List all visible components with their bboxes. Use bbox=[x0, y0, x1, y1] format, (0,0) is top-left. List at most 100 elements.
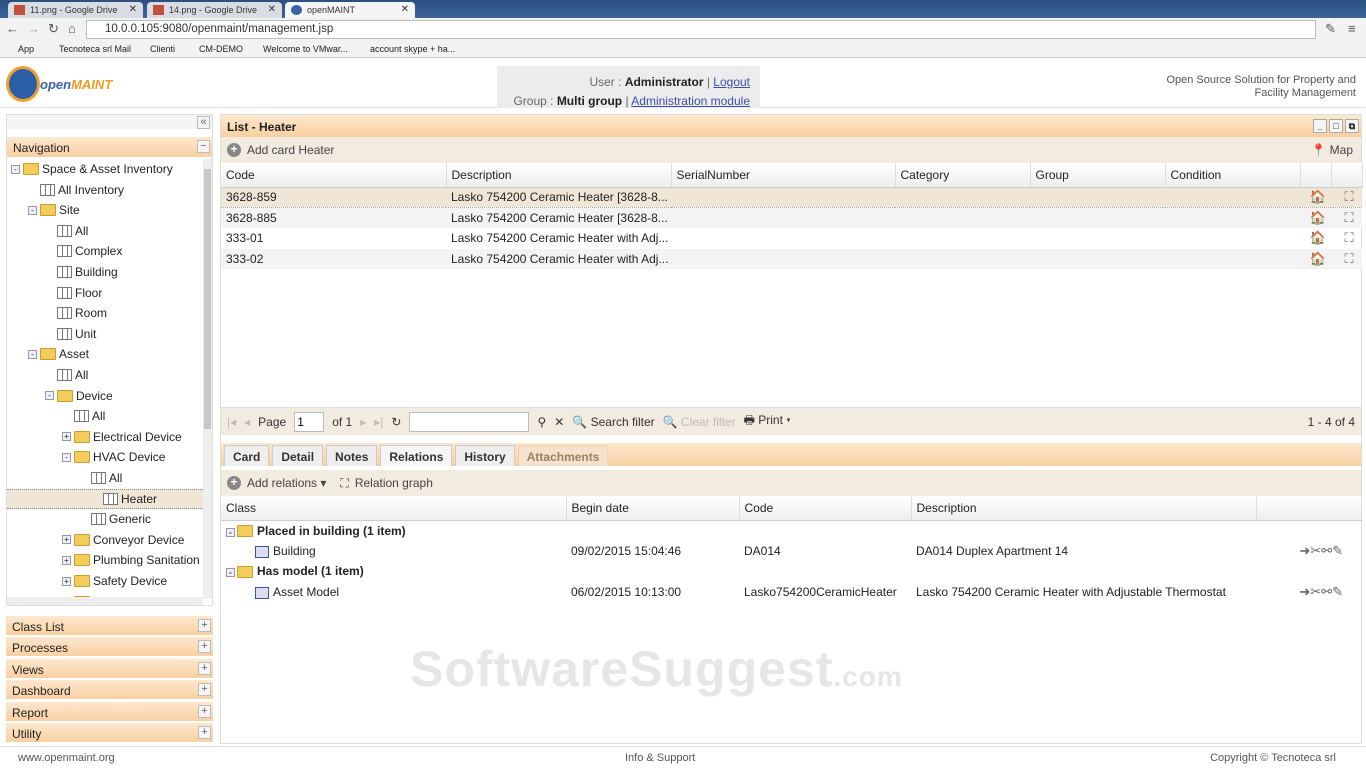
home-icon[interactable]: 🏠 bbox=[1300, 228, 1331, 249]
collapse-icon[interactable]: - bbox=[11, 164, 20, 174]
delete-icon[interactable]: ⚯ bbox=[1321, 543, 1332, 558]
scrollbar[interactable] bbox=[203, 159, 212, 599]
print-button[interactable]: 🖶 Print ▾ bbox=[744, 411, 791, 432]
tree-item[interactable]: All bbox=[45, 221, 88, 241]
bookmark[interactable]: Welcome to VMwar... bbox=[263, 44, 348, 54]
bookmark[interactable]: App bbox=[18, 44, 34, 54]
column-header[interactable]: Category bbox=[895, 163, 1031, 188]
minimize-icon[interactable]: _ bbox=[1313, 119, 1327, 133]
nav-section[interactable]: Utility + bbox=[6, 723, 213, 743]
expand-icon[interactable]: + bbox=[62, 535, 71, 545]
close-icon[interactable]: ✕ bbox=[401, 4, 409, 15]
tab-detail[interactable]: Detail bbox=[272, 445, 324, 466]
edit-card-icon[interactable]: ✎ bbox=[1332, 584, 1343, 599]
next-page-icon[interactable]: ▸ bbox=[360, 415, 366, 429]
bookmark[interactable]: Tecnoteca srl Mail bbox=[59, 44, 131, 54]
expand-icon[interactable]: + bbox=[198, 661, 211, 675]
search-icon[interactable]: ⚲ bbox=[537, 415, 546, 429]
add-card-button[interactable]: Add card Heater bbox=[247, 143, 334, 157]
back-icon[interactable]: ← bbox=[6, 21, 19, 36]
relation-graph-icon[interactable]: ⛶ bbox=[1331, 248, 1362, 269]
page-input[interactable] bbox=[294, 411, 325, 432]
tree-item[interactable]: Unit bbox=[45, 324, 96, 344]
relation-graph-icon[interactable]: ⛶ bbox=[1331, 186, 1362, 208]
collapse-icon[interactable]: - bbox=[226, 568, 235, 578]
home-icon[interactable]: 🏠 bbox=[1300, 248, 1331, 269]
relation-row[interactable]: Building 09/02/2015 15:04:46 DA014 DA014 Du… bbox=[221, 541, 1361, 562]
tree-item[interactable]: Room bbox=[45, 303, 107, 323]
bookmark[interactable]: CM-DEMO bbox=[199, 44, 243, 54]
expand-icon[interactable]: + bbox=[198, 683, 211, 697]
url-input[interactable]: 10.0.0.105:9080/openmaint/management.jsp bbox=[86, 20, 1316, 39]
tree-item[interactable]: - Asset bbox=[28, 344, 89, 364]
table-row[interactable]: 3628-885 Lasko 754200 Ceramic Heater [362… bbox=[221, 207, 1362, 228]
close-icon[interactable]: ✕ bbox=[129, 4, 137, 15]
relation-row[interactable]: Asset Model 06/02/2015 10:13:00 Lasko75420… bbox=[221, 582, 1361, 603]
tree-item[interactable]: Heater bbox=[7, 488, 203, 509]
forward-icon[interactable]: → bbox=[27, 21, 40, 36]
footer-link[interactable]: www.openmaint.org bbox=[18, 752, 115, 764]
tree-item[interactable]: + Plumbing Sanitation bbox=[62, 550, 200, 570]
delete-icon[interactable]: ⚯ bbox=[1321, 584, 1332, 599]
map-button[interactable]: 📍 Map bbox=[1311, 143, 1353, 157]
relation-group-row[interactable]: - Has model (1 item) bbox=[221, 561, 1361, 582]
search-input[interactable] bbox=[409, 411, 530, 432]
tree-item[interactable]: + Safety Device bbox=[62, 571, 167, 591]
browser-tab-active[interactable]: openMAINT ✕ bbox=[285, 2, 415, 18]
home-icon[interactable]: 🏠 bbox=[1300, 207, 1331, 228]
tree-item[interactable]: - Space & Asset Inventory bbox=[11, 159, 173, 179]
collapse-icon[interactable]: - bbox=[62, 452, 71, 462]
logout-link[interactable]: Logout bbox=[713, 75, 750, 89]
expand-icon[interactable]: + bbox=[62, 432, 71, 442]
tab-history[interactable]: History bbox=[455, 445, 515, 466]
navigation-header[interactable]: Navigation − bbox=[7, 137, 212, 157]
column-header[interactable]: Class bbox=[221, 496, 567, 521]
tree-item[interactable]: All Inventory bbox=[28, 180, 124, 200]
minus-icon[interactable]: − bbox=[197, 140, 210, 153]
browser-tab[interactable]: 11.png - Google Drive ✕ bbox=[8, 2, 143, 18]
tree-item[interactable]: Floor bbox=[45, 283, 102, 303]
nav-section[interactable]: Class List + bbox=[6, 616, 213, 636]
expand-icon[interactable]: + bbox=[62, 576, 71, 586]
search-filter-button[interactable]: 🔍 Search filter bbox=[572, 415, 654, 429]
collapse-icon[interactable]: - bbox=[45, 391, 54, 401]
tab-relations[interactable]: Relations bbox=[380, 445, 453, 466]
expand-icon[interactable]: + bbox=[62, 555, 71, 565]
last-page-icon[interactable]: ▸| bbox=[374, 415, 383, 429]
tree-item[interactable]: Generic bbox=[79, 509, 151, 529]
tree-item[interactable]: All bbox=[62, 406, 105, 426]
tree-item[interactable]: Complex bbox=[45, 241, 122, 261]
close-icon[interactable]: ✕ bbox=[268, 4, 276, 15]
nav-section[interactable]: Views + bbox=[6, 658, 213, 679]
column-header[interactable]: Begin date bbox=[566, 496, 740, 521]
column-header[interactable]: SerialNumber bbox=[671, 163, 896, 188]
nav-section[interactable]: Dashboard + bbox=[6, 680, 213, 701]
maximize-icon[interactable]: □ bbox=[1329, 119, 1343, 133]
home-icon[interactable]: ⌂ bbox=[68, 21, 76, 36]
table-row[interactable]: 333-01 Lasko 754200 Ceramic Heater with A… bbox=[221, 228, 1362, 249]
collapse-icon[interactable]: - bbox=[226, 527, 235, 537]
nav-section[interactable]: Report + bbox=[6, 701, 213, 722]
expand-icon[interactable]: + bbox=[198, 640, 211, 654]
tab-card[interactable]: Card bbox=[224, 445, 270, 466]
expand-icon[interactable]: + bbox=[198, 704, 211, 718]
column-header[interactable]: Group bbox=[1030, 163, 1166, 188]
edit-relation-icon[interactable]: ✂ bbox=[1310, 543, 1321, 558]
admin-module-link[interactable]: Administration module bbox=[631, 94, 750, 108]
tree-item[interactable]: - Device bbox=[45, 386, 113, 406]
home-icon[interactable]: 🏠 bbox=[1300, 186, 1331, 208]
relation-graph-icon[interactable]: ⛶ bbox=[1331, 207, 1362, 228]
reload-icon[interactable]: ↻ bbox=[48, 21, 59, 37]
expand-icon[interactable]: + bbox=[198, 619, 211, 632]
tree-item[interactable]: + Electrical Device bbox=[62, 427, 182, 447]
refresh-icon[interactable]: ↻ bbox=[391, 415, 401, 429]
relation-graph-button[interactable]: Relation graph bbox=[355, 476, 433, 490]
wrench-icon[interactable]: ✎ bbox=[1325, 21, 1336, 37]
column-header[interactable]: Description bbox=[446, 163, 672, 188]
tree-item[interactable]: All bbox=[45, 365, 88, 385]
first-page-icon[interactable]: |◂ bbox=[227, 415, 236, 429]
menu-icon[interactable]: ≡ bbox=[1348, 21, 1356, 36]
browser-tab[interactable]: 14.png - Google Drive ✕ bbox=[147, 2, 282, 18]
relation-graph-icon[interactable]: ⛶ bbox=[1331, 228, 1362, 249]
add-relations-button[interactable]: Add relations ▾ bbox=[247, 476, 326, 490]
